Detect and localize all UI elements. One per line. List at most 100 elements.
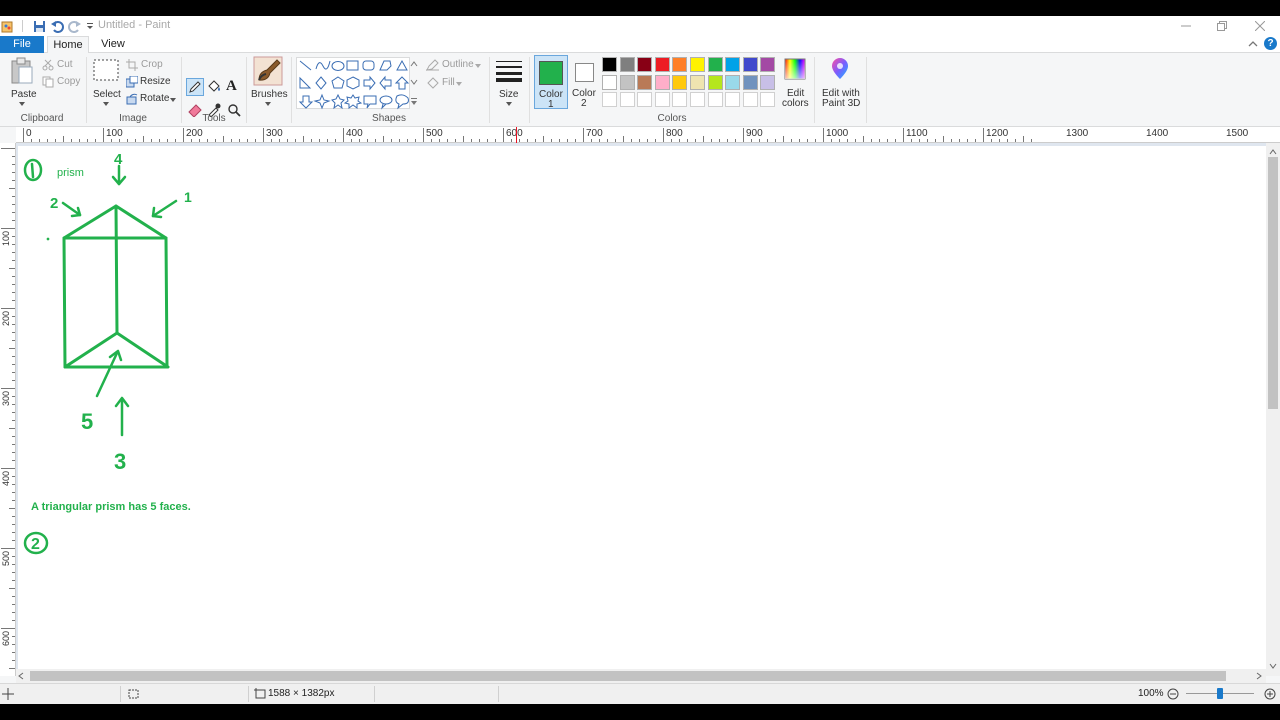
ruler-tick (12, 356, 15, 357)
redo-icon[interactable] (67, 18, 83, 34)
ruler-tick (823, 128, 824, 142)
tab-home[interactable]: Home (47, 36, 89, 54)
minimize-icon[interactable] (1168, 16, 1204, 36)
palette-swatch[interactable] (742, 74, 758, 90)
ruler-tick (839, 139, 840, 142)
palette-swatch[interactable] (602, 74, 617, 90)
close-icon[interactable] (1242, 16, 1278, 36)
fill-tool[interactable] (206, 79, 224, 97)
save-icon[interactable] (31, 18, 47, 34)
text-tool[interactable]: A (226, 78, 242, 96)
palette-swatch[interactable] (637, 74, 653, 90)
cut-button[interactable]: Cut (42, 58, 82, 72)
ruler-tick-label: 700 (586, 128, 603, 139)
tab-file[interactable]: File (0, 36, 44, 53)
palette-swatch[interactable] (707, 74, 723, 90)
brushes-button[interactable]: Brushes (250, 56, 288, 112)
paint-app-icon[interactable] (0, 18, 16, 34)
palette-swatch[interactable] (619, 57, 635, 72)
ruler-tick (359, 139, 360, 142)
resize-button[interactable]: Resize (126, 75, 171, 89)
palette-swatch[interactable] (637, 57, 653, 72)
palette-swatch[interactable] (602, 92, 617, 107)
ruler-tick (1023, 136, 1024, 142)
ruler-tick (791, 139, 792, 142)
color2-button[interactable]: Color 2 (570, 55, 600, 109)
palette-swatch[interactable] (690, 92, 705, 107)
ruler-tick-label: 600 (506, 128, 523, 139)
palette-swatch[interactable] (725, 92, 741, 107)
ruler-tick (12, 300, 15, 301)
shapes-scroll[interactable] (410, 57, 420, 109)
size-button[interactable]: Size (493, 57, 525, 111)
ruler-tick (591, 139, 592, 142)
palette-swatch[interactable] (707, 57, 723, 72)
horizontal-scrollbar[interactable] (16, 669, 1266, 683)
outline-dropdown-icon (475, 64, 481, 68)
horizontal-scroll-thumb[interactable] (30, 671, 1226, 681)
palette-swatch[interactable] (672, 57, 688, 72)
outline-button[interactable]: Outline (424, 58, 486, 72)
palette-swatch[interactable] (725, 74, 741, 90)
ruler-tick (175, 139, 176, 142)
zoom-slider-thumb[interactable] (1217, 688, 1223, 699)
arrow-1-shaft (151, 199, 178, 218)
vertical-scrollbar[interactable] (1266, 143, 1280, 676)
ruler-tick-label: 100 (106, 128, 123, 139)
palette-swatch[interactable] (672, 92, 688, 107)
scroll-up-icon[interactable] (1266, 147, 1280, 157)
edit-with-paint3d-button[interactable]: Edit with Paint 3D (818, 57, 862, 111)
zoom-in-icon[interactable] (1264, 688, 1276, 700)
palette-swatch[interactable] (707, 92, 723, 107)
palette-swatch[interactable] (760, 92, 776, 107)
undo-icon[interactable] (49, 18, 65, 34)
scroll-down-icon[interactable] (1266, 661, 1280, 671)
ruler-tick-label: 1500 (1226, 128, 1249, 139)
ruler-tick-label: 200 (1, 311, 11, 327)
palette-swatch[interactable] (619, 92, 635, 107)
collapse-ribbon-icon[interactable] (1248, 39, 1258, 51)
fill-button[interactable]: Fill (424, 76, 486, 90)
rotate-button[interactable]: Rotate (126, 93, 178, 107)
paste-button[interactable]: Paste (8, 57, 37, 106)
zoom-out-icon[interactable] (1167, 688, 1179, 700)
select-button[interactable]: Select (90, 57, 122, 107)
ruler-tick (12, 156, 15, 157)
pencil-tool[interactable] (186, 78, 204, 96)
crop-button[interactable]: Crop (126, 58, 166, 72)
palette-swatch[interactable] (672, 74, 688, 90)
palette-swatch[interactable] (654, 74, 670, 90)
palette-swatch[interactable] (760, 74, 776, 90)
vertical-scroll-thumb[interactable] (1268, 157, 1278, 409)
palette-swatch[interactable] (742, 57, 758, 72)
palette-swatch[interactable] (619, 74, 635, 90)
shapes-gallery[interactable] (296, 57, 410, 110)
scroll-right-icon[interactable] (1254, 669, 1264, 683)
ruler-tick (215, 139, 216, 142)
palette-swatch[interactable] (654, 57, 670, 72)
palette-swatch[interactable] (742, 92, 758, 107)
customize-qa-icon[interactable] (85, 18, 95, 34)
tab-view[interactable]: View (92, 36, 134, 53)
brushes-label: Brushes (251, 89, 288, 100)
quick-access-toolbar (0, 18, 97, 34)
fill-label: Fill (442, 77, 455, 88)
palette-swatch[interactable] (654, 92, 670, 107)
palette-swatch[interactable] (690, 74, 705, 90)
ruler-tick (191, 139, 192, 142)
ruler-tick (511, 139, 512, 142)
copy-button[interactable]: Copy (42, 75, 82, 89)
palette-swatch[interactable] (690, 57, 705, 72)
scroll-left-icon[interactable] (16, 669, 26, 683)
palette-swatch[interactable] (637, 92, 653, 107)
palette-swatch[interactable] (760, 57, 776, 72)
restore-icon[interactable] (1204, 16, 1240, 36)
palette-swatch[interactable] (725, 57, 741, 72)
zoom-slider[interactable] (1186, 688, 1254, 699)
edit-colors-button[interactable]: Edit colors (780, 57, 810, 111)
palette-swatch[interactable] (602, 57, 617, 72)
color1-button[interactable]: Color 1 (534, 55, 568, 110)
number-4: 4 (114, 151, 123, 168)
help-icon[interactable]: ? (1264, 37, 1277, 50)
drawing-canvas[interactable]: 1 prism 4 2 1 5 3 A triangular prism has… (18, 146, 1266, 676)
